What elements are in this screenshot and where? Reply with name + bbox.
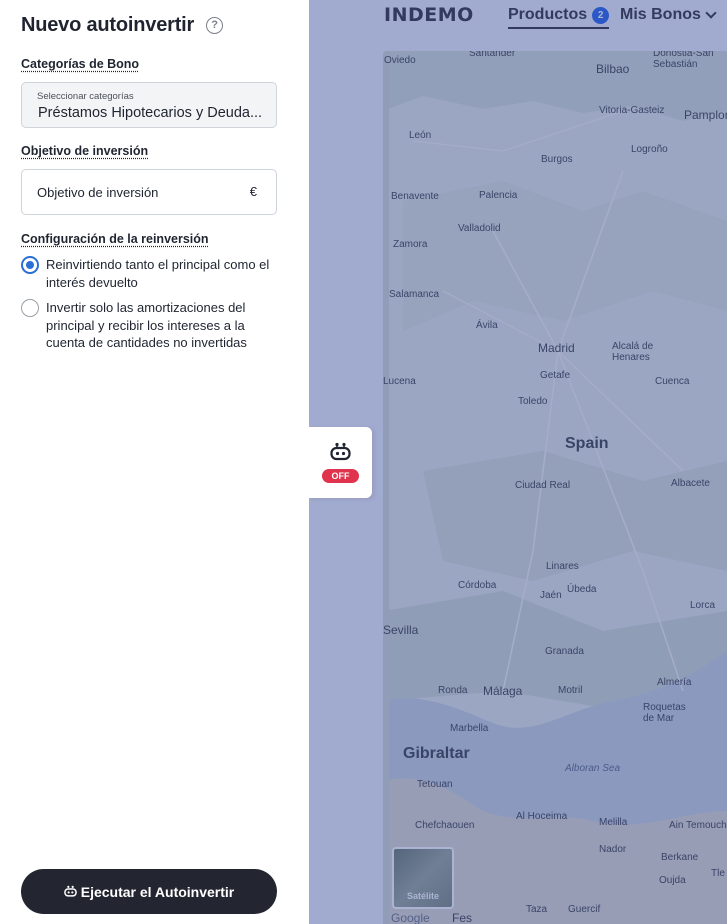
euro-unit: €: [249, 184, 257, 199]
map-label: Madrid: [538, 341, 575, 355]
map-label: Motril: [558, 685, 583, 696]
map-label: Ain Temouchent: [669, 820, 727, 831]
map-label: Burgos: [541, 154, 573, 165]
nav-mis-bonos[interactable]: Mis Bonos: [620, 6, 717, 24]
map-label: Melilla: [599, 817, 628, 828]
reinversion-option-label: Invertir solo las amortizaciones del pri…: [46, 300, 247, 350]
map-label: Taza: [526, 904, 548, 915]
reinversion-option-amortizaciones[interactable]: Invertir solo las amortizaciones del pri…: [21, 299, 276, 352]
map-label: Úbeda: [567, 584, 597, 595]
map-label: Fes: [452, 911, 473, 924]
map-attribution: Google: [391, 911, 430, 924]
map-label: Logroño: [631, 144, 668, 155]
categorias-select-value: Préstamos Hipotecarios y Deuda...: [38, 105, 263, 121]
map-label: Al Hoceima: [516, 811, 568, 822]
reinversion-option-total[interactable]: Reinvirtiendo tanto el principal como el…: [21, 256, 276, 291]
map-label: Cuenca: [655, 376, 690, 387]
map-label: Vitoria-Gasteiz: [599, 105, 665, 116]
map-label: Nador: [599, 844, 627, 855]
map-label: Palencia: [479, 190, 518, 201]
map-label: Berkane: [661, 852, 699, 863]
map-view[interactable]: Santander Donostia-San Sebastián Oviedo …: [383, 51, 727, 924]
sea-label: Alboran Sea: [565, 763, 621, 774]
categorias-select-caption: Seleccionar categorías: [37, 91, 134, 102]
map-label: Córdoba: [458, 580, 497, 591]
autoinvest-bot-toggle[interactable]: OFF: [309, 427, 372, 498]
map-label: Sevilla: [383, 623, 419, 637]
productos-count-badge: 2: [592, 6, 610, 24]
objetivo-input-placeholder: Objetivo de inversión: [37, 185, 159, 200]
chevron-down-icon: [705, 7, 717, 19]
map-label: Santander: [469, 51, 516, 59]
map-label: Oviedo: [384, 55, 416, 66]
map-label: Zamora: [393, 239, 428, 250]
nav-mis-bonos-label: Mis Bonos: [620, 6, 701, 23]
map-label: Lorca: [690, 600, 716, 611]
panel-title: Nuevo autoinvertir: [21, 14, 195, 36]
execute-button-label: Ejecutar el Autoinvertir: [80, 883, 235, 900]
map-label: Pamplona: [684, 108, 727, 122]
objetivo-input[interactable]: Objetivo de inversión €: [21, 169, 277, 215]
map-country-label: Spain: [565, 435, 609, 452]
objetivo-label: Objetivo de inversión: [21, 144, 149, 158]
help-icon[interactable]: ?: [206, 17, 224, 34]
autoinvest-panel: Nuevo autoinvertir ? Categorías de Bono …: [0, 0, 309, 924]
categorias-select[interactable]: Seleccionar categorías Préstamos Hipotec…: [21, 82, 277, 128]
map-label: Oujda: [659, 875, 686, 886]
map-label: Granada: [545, 646, 584, 657]
map-label: Lucena: [383, 376, 416, 387]
nav-productos-label: Productos: [508, 6, 588, 23]
map-label: Donostia-San Sebastián: [653, 51, 714, 70]
execute-autoinvest-button[interactable]: Ejecutar el Autoinvertir: [21, 869, 277, 914]
panel-header: Nuevo autoinvertir ?: [21, 14, 224, 37]
map-label: Chefchaouen: [415, 820, 475, 831]
nav-productos[interactable]: Productos 2: [508, 6, 610, 29]
map-label: Gibraltar: [403, 745, 470, 762]
map-label: Ronda: [438, 685, 468, 696]
map-label: Benavente: [391, 191, 439, 202]
brand-logo[interactable]: INDEMO: [384, 4, 474, 26]
map-label: Almería: [657, 677, 692, 688]
robot-icon: [63, 885, 77, 898]
map-label: Tle: [711, 868, 725, 879]
satellite-toggle-button[interactable]: Satélite: [392, 847, 454, 909]
map-label: Salamanca: [389, 289, 440, 300]
map-label: León: [409, 130, 432, 141]
map-label: Guercif: [568, 904, 601, 915]
map-label: Marbella: [450, 723, 489, 734]
map-label: Toledo: [518, 396, 548, 407]
radio-button-selected[interactable]: [21, 256, 39, 274]
map-label: Bilbao: [596, 62, 630, 76]
map-label: Getafe: [540, 370, 571, 381]
reinversion-option-label: Reinvirtiendo tanto el principal como el…: [46, 257, 270, 290]
map-label: Ciudad Real: [515, 480, 571, 491]
robot-icon: [330, 442, 351, 467]
categorias-label: Categorías de Bono: [21, 57, 140, 71]
map-label: Tetouan: [417, 779, 453, 790]
map-label: Alcalá de Henares: [612, 341, 654, 363]
map-label: Valladolid: [458, 223, 501, 234]
map-label: Roquetas de Mar: [643, 702, 686, 724]
satellite-label: Satélite: [406, 891, 439, 901]
reinversion-label: Configuración de la reinversión: [21, 232, 209, 246]
top-navigation: INDEMO Productos 2 Mis Bonos: [309, 0, 727, 34]
map-label: Málaga: [483, 684, 523, 698]
map-label: Jaén: [540, 590, 562, 601]
bot-status-badge: OFF: [322, 469, 359, 483]
map-label: Ávila: [476, 320, 498, 331]
map-label: Linares: [546, 561, 579, 572]
map-label: Albacete: [671, 478, 710, 489]
radio-button[interactable]: [21, 299, 39, 317]
